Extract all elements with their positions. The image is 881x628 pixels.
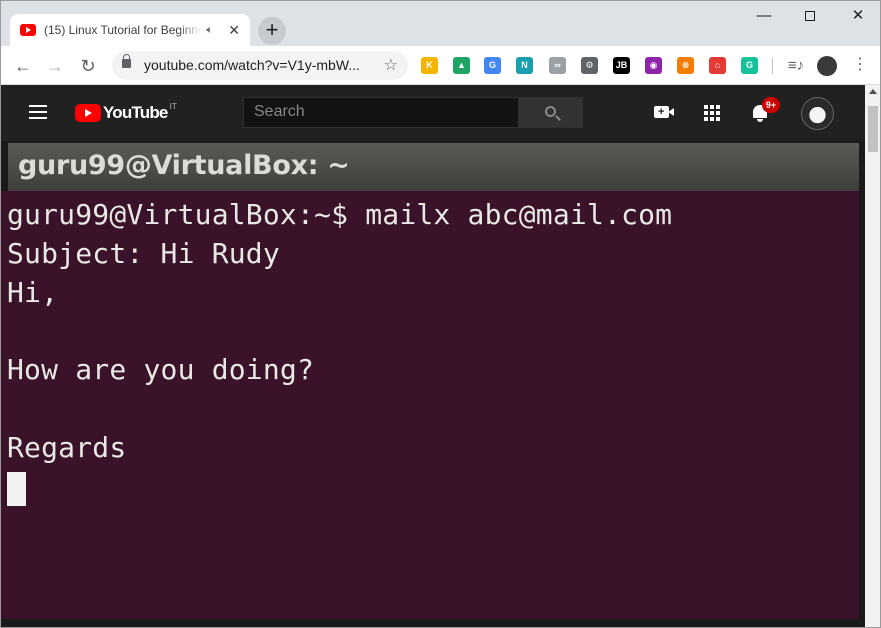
- more-menu-icon[interactable]: ⋮: [852, 54, 868, 76]
- terminal-line: How are you doing?: [7, 353, 315, 387]
- tab-strip: (15) Linux Tutorial for Beginners 🔈︎ ✕ +…: [1, 1, 880, 46]
- page-scrollbar[interactable]: [865, 85, 880, 627]
- scroll-up-arrow-icon[interactable]: [869, 89, 877, 94]
- terminal-line: guru99@VirtualBox:~$ mailx abc@mail.com: [7, 198, 673, 231]
- address-bar[interactable]: youtube.com/watch?v=V1y-mbW... ☆: [112, 51, 408, 80]
- browser-window: (15) Linux Tutorial for Beginners 🔈︎ ✕ +…: [0, 0, 881, 628]
- terminal-titlebar: guru99@VirtualBox: ~: [8, 143, 859, 191]
- url-text: youtube.com/watch?v=V1y-mbW...: [144, 57, 360, 73]
- terminal-line: Hi,: [7, 275, 59, 309]
- jb-extension-icon[interactable]: JB: [613, 57, 630, 74]
- account-avatar[interactable]: [801, 97, 834, 130]
- new-tab-button[interactable]: +: [258, 17, 286, 45]
- tab-close-icon[interactable]: ✕: [226, 22, 242, 39]
- forward-button[interactable]: →: [41, 52, 69, 80]
- purple-extension-icon[interactable]: ◉: [645, 57, 662, 74]
- region-code: IT: [169, 101, 177, 111]
- notification-badge: 9+: [762, 97, 780, 113]
- apps-grid-icon[interactable]: [704, 105, 720, 121]
- guide-menu-icon[interactable]: [29, 105, 47, 119]
- create-video-icon[interactable]: +: [654, 106, 674, 118]
- translate-icon[interactable]: G: [484, 57, 501, 74]
- video-player[interactable]: guru99@VirtualBox: ~ guru99@VirtualBox:~…: [1, 141, 865, 627]
- browser-tab[interactable]: (15) Linux Tutorial for Beginners 🔈︎ ✕: [10, 14, 250, 46]
- gear-extension-icon[interactable]: ⚙: [581, 57, 598, 74]
- maximize-button[interactable]: [787, 1, 833, 31]
- orange-extension-icon[interactable]: ⊗: [677, 57, 694, 74]
- terminal-line: Regards: [7, 430, 127, 464]
- bookmark-star-icon[interactable]: ☆: [384, 55, 398, 75]
- terminal-line: Subject: Hi Rudy: [7, 236, 280, 270]
- youtube-logo[interactable]: YouTube IT: [75, 101, 177, 123]
- maximize-icon: [805, 11, 815, 22]
- youtube-play-icon: [75, 104, 101, 122]
- search-icon: [545, 106, 556, 117]
- youtube-masthead: YouTube IT Search +: [1, 85, 865, 141]
- minimize-button[interactable]: —: [741, 1, 787, 31]
- lock-icon[interactable]: [122, 54, 131, 68]
- search-button[interactable]: [518, 97, 583, 128]
- browser-toolbar: ← → ↻ youtube.com/watch?v=V1y-mbW... ☆ K…: [1, 46, 880, 85]
- speaker-icon[interactable]: 🔈︎: [206, 24, 220, 37]
- keep-icon[interactable]: K: [421, 57, 438, 74]
- back-button[interactable]: ←: [9, 52, 37, 80]
- youtube-favicon-icon: [20, 24, 36, 36]
- youtube-logo-text: YouTube: [103, 103, 168, 122]
- media-control-icon[interactable]: ≡♪: [782, 52, 810, 80]
- profile-avatar[interactable]: [817, 56, 837, 76]
- grammarly-icon[interactable]: G: [741, 57, 758, 74]
- tab-title: (15) Linux Tutorial for Beginners: [44, 23, 203, 37]
- toolbar-divider: [772, 58, 773, 74]
- search-input[interactable]: Search: [243, 97, 519, 128]
- home-extension-icon[interactable]: ⌂: [709, 57, 726, 74]
- reload-button[interactable]: ↻: [74, 52, 102, 80]
- text-cursor: [7, 471, 26, 506]
- close-window-button[interactable]: ✕: [835, 1, 880, 31]
- terminal-body: guru99@VirtualBox:~$ mailx abc@mail.com …: [1, 191, 859, 619]
- link-extension-icon[interactable]: ∞: [549, 57, 566, 74]
- n-extension-icon[interactable]: N: [516, 57, 533, 74]
- scroll-thumb[interactable]: [868, 106, 878, 152]
- terminal-cursor-line: [7, 468, 859, 507]
- drive-icon[interactable]: ▲: [453, 57, 470, 74]
